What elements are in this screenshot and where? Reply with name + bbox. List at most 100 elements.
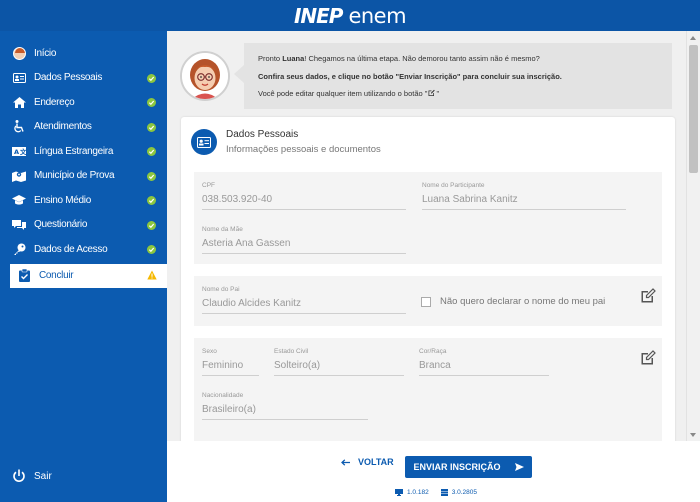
key-icon — [12, 242, 26, 256]
checkbox-box[interactable] — [421, 296, 431, 307]
sidebar-item-ensino-medio[interactable]: Ensino Médio — [0, 188, 167, 213]
logout-button[interactable]: Sair — [12, 469, 52, 483]
sidebar-item-label: Questionário — [34, 219, 88, 231]
mother-name-label: Nome da Mãe — [202, 226, 243, 233]
home-icon — [12, 95, 26, 109]
scrollbar-thumb[interactable] — [689, 45, 698, 173]
graduation-cap-icon — [12, 193, 26, 207]
edit-icon: " " — [424, 89, 440, 99]
back-button[interactable]: VOLTAR — [341, 457, 394, 467]
sidebar-item-concluir[interactable]: Concluir — [10, 263, 167, 288]
wheelchair-icon — [12, 120, 26, 134]
id-card-icon — [12, 71, 26, 85]
inep-enem-logo: INEP enem — [294, 3, 407, 28]
sidebar-nav: Início Dados Pessoais Endereço Atendimen… — [0, 31, 167, 288]
sidebar-item-label: Endereço — [34, 96, 75, 108]
sidebar-item-inicio[interactable]: Início — [0, 41, 167, 66]
power-icon — [13, 469, 25, 482]
greeting-text: Pronto Luana! Chegamos na última etapa. … — [258, 54, 540, 63]
marital-status-value: Solteiro(a) — [274, 360, 404, 376]
top-header: INEP enem — [0, 0, 700, 31]
marital-status-field[interactable]: Estado Civil Solteiro(a) — [274, 348, 404, 376]
father-name-field[interactable]: Nome do Pai Claudio Alcides Kanitz — [202, 286, 406, 314]
sidebar-item-label: Dados de Acesso — [34, 243, 108, 255]
father-group: Nome do Pai Claudio Alcides Kanitz Não q… — [194, 276, 662, 326]
demographics-group: Sexo Feminino Estado Civil Solteiro(a) C… — [194, 338, 662, 441]
server-icon — [440, 489, 448, 496]
main-content: Pronto Luana! Chegamos na última etapa. … — [167, 31, 700, 441]
sex-label: Sexo — [202, 348, 217, 355]
marital-status-label: Estado Civil — [274, 348, 309, 355]
edit-hint-text: Você pode editar qualquer item utilizand… — [258, 89, 440, 99]
scroll-up-arrow[interactable] — [690, 36, 696, 40]
card-header: Dados Pessoais Informações pessoais e do… — [191, 128, 381, 155]
logo-enem-text: enem — [348, 3, 407, 28]
participant-name-label: Nome do Participante — [422, 182, 485, 189]
check-icon — [147, 245, 156, 254]
chat-icon — [12, 218, 26, 232]
submit-registration-button[interactable]: ENVIAR INSCRIÇÃO — [405, 456, 532, 478]
content-scrollbar[interactable] — [686, 31, 700, 441]
back-label: VOLTAR — [358, 457, 394, 467]
sidebar-item-municipio-de-prova[interactable]: Município de Prova — [0, 164, 167, 189]
nationality-label: Nacionalidade — [202, 392, 244, 399]
sidebar-item-questionario[interactable]: Questionário — [0, 213, 167, 238]
sidebar-item-label: Início — [34, 47, 57, 59]
check-icon — [147, 171, 156, 181]
check-icon — [147, 147, 156, 156]
cpf-label: CPF — [202, 182, 215, 189]
check-icon — [147, 196, 156, 205]
nationality-value: Brasileiro(a) — [202, 404, 368, 420]
card-subtitle: Informações pessoais e documentos — [226, 144, 381, 155]
frontend-version: 1.0.182 — [395, 489, 429, 496]
map-icon — [12, 169, 26, 183]
sidebar-item-atendimentos[interactable]: Atendimentos — [0, 115, 167, 140]
arrow-left-icon — [341, 458, 350, 466]
race-value: Branca — [419, 360, 549, 376]
sex-field[interactable]: Sexo Feminino — [202, 348, 259, 376]
sex-value: Feminino — [202, 360, 259, 376]
sidebar-item-label: Concluir — [39, 270, 74, 281]
check-icon — [147, 122, 156, 132]
cpf-field[interactable]: CPF 038.503.920-40 — [202, 182, 406, 210]
sidebar-item-dados-de-acesso[interactable]: Dados de Acesso — [0, 237, 167, 262]
svg-text:A: A — [14, 148, 19, 156]
mother-name-field[interactable]: Nome da Mãe Asteria Ana Gassen — [202, 226, 406, 254]
cpf-value: 038.503.920-40 — [202, 194, 406, 210]
sidebar: Início Dados Pessoais Endereço Atendimen… — [0, 31, 167, 502]
avatar-icon — [12, 46, 26, 60]
race-label: Cor/Raça — [419, 348, 447, 355]
edit-icon[interactable] — [640, 350, 656, 366]
assistant-avatar — [180, 51, 230, 101]
participant-name-field[interactable]: Nome do Participante Luana Sabrina Kanit… — [422, 182, 626, 210]
logout-label: Sair — [34, 470, 52, 482]
edit-icon[interactable] — [640, 288, 656, 304]
sidebar-item-label: Dados Pessoais — [34, 72, 103, 84]
id-card-icon — [191, 129, 217, 155]
sidebar-item-dados-pessoais[interactable]: Dados Pessoais — [0, 66, 167, 91]
sidebar-item-label: Atendimentos — [34, 121, 92, 133]
check-icon — [147, 98, 156, 107]
race-field[interactable]: Cor/Raça Branca — [419, 348, 549, 376]
send-icon — [514, 463, 524, 471]
no-father-checkbox[interactable]: Não quero declarar o nome do meu pai — [421, 296, 605, 307]
card-title: Dados Pessoais — [226, 129, 299, 140]
nationality-field[interactable]: Nacionalidade Brasileiro(a) — [202, 392, 368, 420]
language-icon: A文 — [12, 144, 26, 158]
instruction-text: Confira seus dados, e clique no botão "E… — [258, 71, 562, 81]
sidebar-item-endereco[interactable]: Endereço — [0, 90, 167, 115]
footer-actions: VOLTAR ENVIAR INSCRIÇÃO 1.0.182 3.0.2805 — [167, 441, 700, 502]
sidebar-item-label: Município de Prova — [34, 170, 115, 182]
check-icon — [147, 73, 156, 83]
check-icon — [147, 220, 156, 230]
assistant-message: Pronto Luana! Chegamos na última etapa. … — [234, 43, 672, 109]
father-name-value: Claudio Alcides Kanitz — [202, 298, 406, 314]
mother-name-value: Asteria Ana Gassen — [202, 238, 406, 254]
warning-icon — [147, 270, 157, 279]
sidebar-item-label: Ensino Médio — [34, 194, 91, 206]
clipboard-check-icon — [17, 269, 31, 283]
participant-name-value: Luana Sabrina Kanitz — [422, 194, 626, 210]
sidebar-item-lingua-estrangeira[interactable]: A文 Língua Estrangeira — [0, 139, 167, 164]
scroll-down-arrow[interactable] — [690, 433, 696, 437]
personal-data-card: Dados Pessoais Informações pessoais e do… — [181, 117, 675, 441]
